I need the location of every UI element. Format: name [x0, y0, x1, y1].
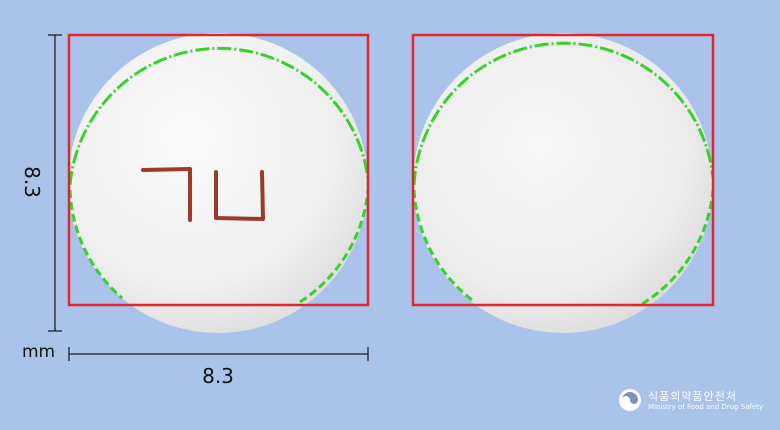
- dimension-horizontal: [68, 347, 369, 361]
- agency-name-english: Ministry of Food and Drug Safety: [648, 403, 764, 411]
- agency-logo-icon: [619, 389, 641, 411]
- tablet-front: [67, 33, 370, 333]
- pill-image: 8.3 mm 8.3 식품의약품안전처 Ministry of Food and…: [0, 0, 780, 426]
- pill-illustration: [48, 33, 715, 361]
- agency-name-korean: 식품의약품안전처: [648, 390, 737, 403]
- unit-label: mm: [22, 342, 56, 362]
- tablet-back: [411, 33, 715, 333]
- height-label: 8.3: [20, 166, 44, 198]
- width-label: 8.3: [202, 364, 234, 388]
- dimension-vertical: [48, 34, 62, 332]
